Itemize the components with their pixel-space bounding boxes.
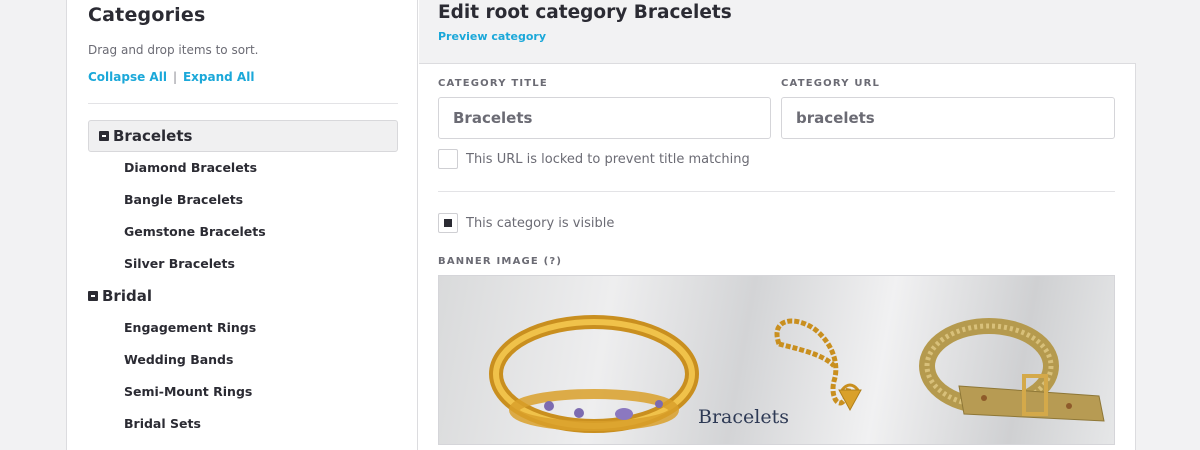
sidebar-divider — [88, 103, 398, 104]
chain-bracelet-image — [774, 318, 862, 412]
category-item-bracelets[interactable]: Bracelets — [88, 120, 398, 152]
category-item-bridal[interactable]: Bridal — [88, 280, 398, 312]
app-frame: Categories Drag and drop items to sort. … — [66, 0, 1136, 450]
collapse-icon[interactable] — [88, 291, 98, 301]
subcategory-item[interactable]: Bangle Bracelets — [124, 192, 243, 207]
url-lock-checkbox[interactable] — [438, 149, 458, 169]
buckle-bracelet-image — [919, 318, 1105, 422]
banner-image[interactable]: Bracelets — [438, 275, 1115, 445]
category-editor: Edit root category Bracelets Preview cat… — [419, 0, 1136, 450]
collapse-all-link[interactable]: Collapse All — [88, 70, 167, 84]
section-divider — [438, 191, 1115, 192]
category-title-input[interactable]: Bracelets — [438, 97, 771, 139]
subcategory-item[interactable]: Gemstone Bracelets — [124, 224, 266, 239]
expand-all-link[interactable]: Expand All — [183, 70, 254, 84]
subcategory-item[interactable]: Wedding Bands — [124, 352, 233, 367]
subcategory-item[interactable]: Diamond Bracelets — [124, 160, 257, 175]
category-label: Bridal — [102, 287, 152, 305]
bangle-bracelet-image — [489, 315, 699, 433]
category-url-input[interactable]: bracelets — [781, 97, 1115, 139]
editor-header: Edit root category Bracelets Preview cat… — [419, 0, 1136, 64]
link-separator: | — [172, 70, 177, 84]
subcategory-item[interactable]: Silver Bracelets — [124, 256, 235, 271]
url-lock-row: This URL is locked to prevent title matc… — [438, 149, 750, 169]
preview-category-link[interactable]: Preview category — [438, 30, 546, 43]
collapse-icon[interactable] — [99, 131, 109, 141]
subcategory-item[interactable]: Engagement Rings — [124, 320, 256, 335]
sidebar-hint: Drag and drop items to sort. — [88, 43, 259, 57]
page-title: Edit root category Bracelets — [438, 2, 732, 23]
category-sidebar: Categories Drag and drop items to sort. … — [67, 0, 418, 450]
category-title-label: CATEGORY TITLE — [438, 78, 548, 89]
subcategory-item[interactable]: Semi-Mount Rings — [124, 384, 252, 399]
banner-caption: Bracelets — [698, 406, 789, 428]
category-label: Bracelets — [113, 127, 193, 145]
sidebar-title: Categories — [88, 4, 206, 26]
visible-label: This category is visible — [466, 215, 615, 231]
url-lock-label: This URL is locked to prevent title matc… — [466, 151, 750, 167]
banner-image-label: BANNER IMAGE (?) — [438, 256, 563, 267]
subcategory-item[interactable]: Bridal Sets — [124, 416, 201, 431]
category-url-label: CATEGORY URL — [781, 78, 881, 89]
visible-row: This category is visible — [438, 213, 614, 233]
visible-checkbox[interactable] — [438, 213, 458, 233]
sidebar-links: Collapse All | Expand All — [88, 70, 254, 84]
